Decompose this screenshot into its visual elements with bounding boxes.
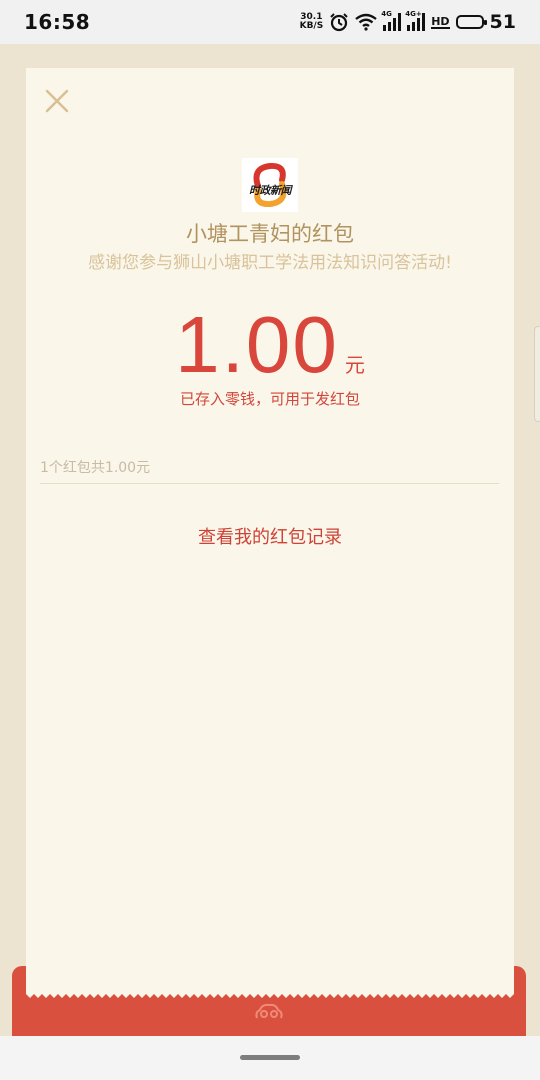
card-zigzag-edge: [26, 986, 514, 998]
battery-level: 51: [489, 11, 516, 33]
red-packet-card: 时政新闻 小塘工青妇的红包 感谢您参与狮山小塘职工学法用法知识问答活动! 1.0…: [26, 68, 514, 994]
signal-icon: 4G: [381, 10, 402, 31]
currency-unit: 元: [344, 353, 365, 377]
network-speed: 30.1 KB/S: [300, 13, 324, 31]
amount-value: 1.00: [175, 300, 339, 389]
signal-tag: 4G+: [405, 10, 422, 18]
wifi-icon: [355, 13, 377, 31]
view-records-link[interactable]: 查看我的红包记录: [26, 523, 514, 549]
status-bar: 16:58 30.1 KB/S 4G 4G+ HD 51: [0, 0, 540, 44]
edge-handle[interactable]: [534, 326, 540, 422]
cloud-ornament-icon: [255, 1003, 283, 1019]
deposit-note: 已存入零钱，可用于发红包: [179, 390, 360, 408]
logo-text: 时政新闻: [249, 184, 292, 197]
status-time: 16:58: [24, 10, 91, 34]
status-icons: 30.1 KB/S 4G 4G+ HD 51: [300, 10, 516, 33]
network-speed-unit: KB/S: [299, 21, 324, 31]
packet-summary: 1个红包共1.00元: [40, 460, 151, 476]
battery-icon: [455, 15, 487, 29]
sender-name: 小塘工青妇的红包: [186, 222, 354, 246]
close-icon[interactable]: [42, 86, 72, 116]
sender-avatar: 时政新闻: [242, 158, 298, 212]
greeting-text: 感谢您参与狮山小塘职工学法用法知识问答活动!: [88, 253, 452, 273]
divider: [40, 483, 499, 484]
signal-tag: 4G: [381, 10, 392, 18]
signal-icon: 4G+: [405, 10, 426, 31]
alarm-icon: [329, 12, 349, 32]
navigation-bar: [0, 1036, 540, 1080]
amount-row: 1.00 元: [26, 300, 514, 390]
hd-icon: HD: [431, 14, 450, 29]
home-indicator[interactable]: [240, 1055, 300, 1060]
